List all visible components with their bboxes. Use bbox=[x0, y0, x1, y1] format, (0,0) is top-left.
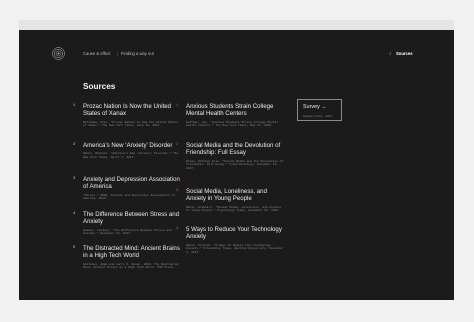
source-citation: Williams, Alex. "Prozac Nation Is Now th… bbox=[83, 120, 179, 128]
source-citation: "Stress." ADAA, Anxiety and Depression A… bbox=[83, 193, 175, 201]
nav-active-number: 3 bbox=[389, 51, 392, 56]
source-number: 2 bbox=[176, 143, 179, 147]
source-title[interactable]: Social Media and the Devolution of Frien… bbox=[186, 142, 284, 157]
source-citation: Hoffman, Jan. "Anxious Students Strain C… bbox=[186, 120, 278, 128]
source-number: 3 bbox=[176, 189, 179, 193]
nav-divider: | bbox=[117, 51, 119, 56]
source-item-right-2[interactable]: 2 Social Media and the Devolution of Fri… bbox=[176, 142, 284, 170]
source-title[interactable]: The Difference Between Stress and Anxiet… bbox=[83, 211, 181, 226]
survey-meta: Google Forms, 2017 bbox=[303, 114, 333, 118]
source-item-left-3[interactable]: 3 Anxiety and Depression Association of … bbox=[73, 176, 181, 201]
source-number: 4 bbox=[73, 212, 76, 216]
source-title[interactable]: Prozac Nation Is Now the United States o… bbox=[83, 103, 181, 118]
source-number: 5 bbox=[73, 246, 76, 250]
browser-window: Cause & effect | Finding a way out 3 Sou… bbox=[19, 20, 454, 300]
logo-icon[interactable] bbox=[52, 47, 65, 60]
source-citation: Hanke, Michael. "America's New 'Anxiety'… bbox=[83, 152, 179, 159]
source-item-left-1[interactable]: 1 Prozac Nation Is Now the United States… bbox=[73, 103, 181, 128]
page: Cause & effect | Finding a way out 3 Sou… bbox=[19, 30, 454, 300]
page-title: Sources bbox=[83, 82, 116, 91]
source-title[interactable]: America’s New ‘Anxiety’ Disorder bbox=[83, 142, 181, 149]
source-number: 4 bbox=[176, 227, 179, 231]
source-title[interactable]: The Distracted Mind: Ancient Brains in a… bbox=[83, 245, 181, 260]
nav-cause-effect[interactable]: Cause & effect bbox=[83, 51, 110, 56]
survey-link[interactable]: Survey → Google Forms, 2017 bbox=[297, 99, 342, 121]
source-item-left-2[interactable]: 2 America’s New ‘Anxiety’ Disorder Hanke… bbox=[73, 142, 181, 159]
source-number: 3 bbox=[73, 177, 76, 181]
source-citation: Walsh, Kristen. "5 Ways to Reduce Your T… bbox=[186, 243, 284, 254]
source-number: 2 bbox=[73, 143, 76, 147]
source-item-right-3[interactable]: 3 Social Media, Loneliness, and Anxiety … bbox=[176, 188, 284, 213]
source-number: 1 bbox=[176, 104, 179, 108]
nav-sources[interactable]: Sources bbox=[396, 51, 413, 56]
source-title[interactable]: Anxious Students Strain College Mental H… bbox=[186, 103, 284, 118]
nav-finding-way-out[interactable]: Finding a way out bbox=[121, 51, 154, 56]
source-item-right-4[interactable]: 4 5 Ways to Reduce Your Technology Anxie… bbox=[176, 226, 284, 254]
survey-label[interactable]: Survey → bbox=[303, 104, 327, 110]
source-citation: Gazzaley, Adam and Larry D. Rosen. 2016.… bbox=[83, 262, 179, 270]
source-citation: Davis, Graham C. "Social Media, Loneline… bbox=[186, 205, 282, 213]
source-item-right-1[interactable]: 1 Anxious Students Strain College Mental… bbox=[176, 103, 284, 128]
source-item-left-4[interactable]: 4 The Difference Between Stress and Anxi… bbox=[73, 211, 181, 236]
source-citation: Brown, Whitney Erin. "Social Media and t… bbox=[186, 159, 284, 170]
source-item-left-5[interactable]: 5 The Distracted Mind: Ancient Brains in… bbox=[73, 245, 181, 270]
source-citation: Heidel, Lindsey. "The Difference Between… bbox=[83, 228, 172, 236]
window-titlebar bbox=[19, 20, 454, 30]
source-title[interactable]: Social Media, Loneliness, and Anxiety in… bbox=[186, 188, 284, 203]
source-title[interactable]: Anxiety and Depression Association of Am… bbox=[83, 176, 181, 191]
source-title[interactable]: 5 Ways to Reduce Your Technology Anxiety bbox=[186, 226, 284, 241]
source-number: 1 bbox=[73, 104, 76, 108]
